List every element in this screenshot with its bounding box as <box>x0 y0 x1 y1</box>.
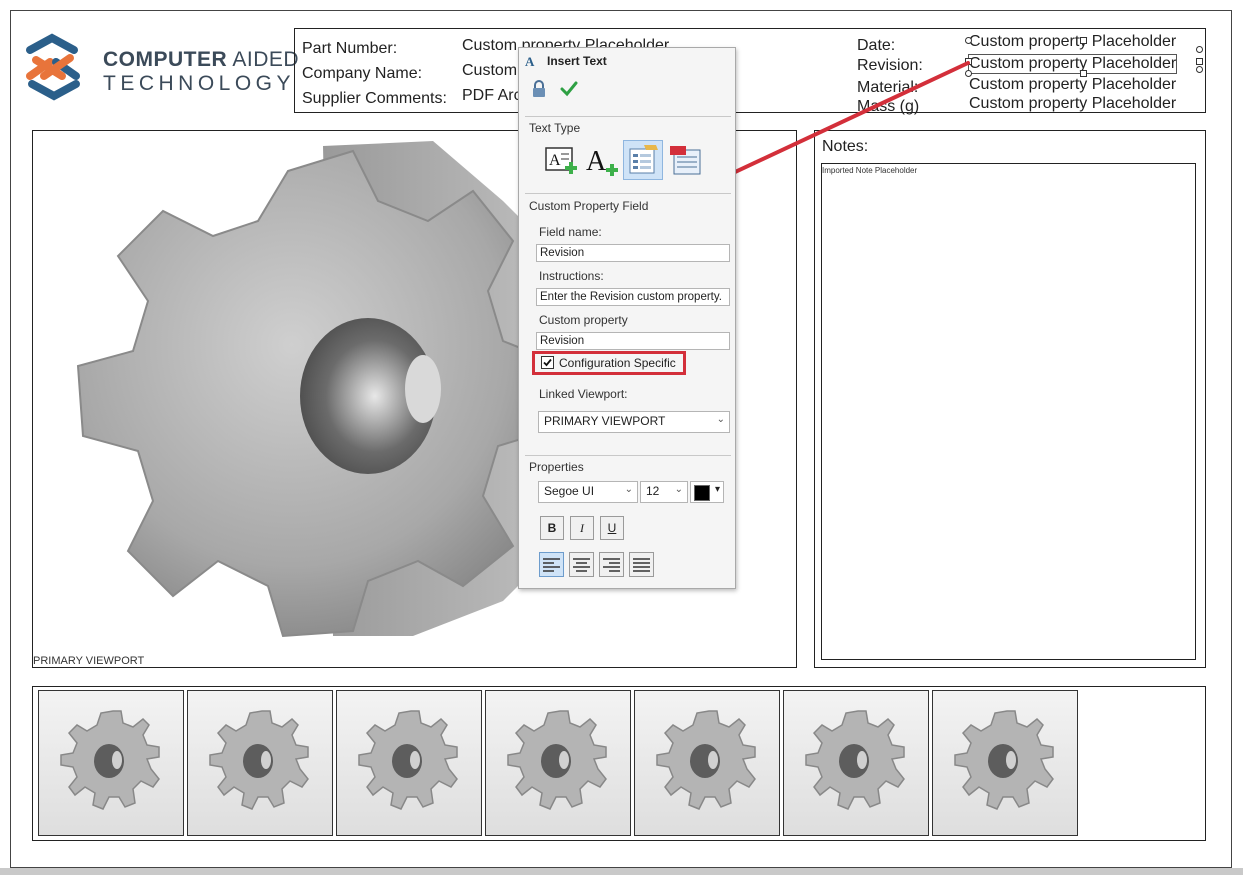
text-type-custom-property-button[interactable] <box>623 140 663 180</box>
align-right-icon <box>603 558 620 572</box>
svg-text:A: A <box>586 146 607 177</box>
linked-viewport-select[interactable]: PRIMARY VIEWPORT ⌄ <box>538 411 730 433</box>
font-size-value: 12 <box>646 484 660 498</box>
chevron-down-icon: ⌄ <box>624 484 633 495</box>
custom-property-section-label: Custom Property Field <box>529 199 649 213</box>
separator <box>525 116 731 117</box>
lock-icon[interactable] <box>531 80 547 98</box>
font-select[interactable]: Segoe UI ⌄ <box>538 481 638 503</box>
text-type-note-button[interactable]: A <box>541 140 581 180</box>
italic-button[interactable]: I <box>570 516 594 540</box>
ok-check-icon[interactable] <box>560 81 578 97</box>
color-picker[interactable]: ▾ <box>690 481 724 503</box>
align-justify-button[interactable] <box>629 552 654 577</box>
linked-viewport-label: Linked Viewport: <box>539 387 628 401</box>
config-specific-label[interactable]: Configuration Specific <box>559 356 676 370</box>
align-center-icon <box>573 558 590 572</box>
config-specific-checkbox[interactable] <box>541 356 554 369</box>
linked-viewport-value: PRIMARY VIEWPORT <box>544 414 666 428</box>
color-swatch <box>694 485 710 501</box>
font-size-select[interactable]: 12 ⌄ <box>640 481 688 503</box>
instructions-input[interactable] <box>536 288 730 306</box>
field-name-input[interactable] <box>536 244 730 262</box>
font-value: Segoe UI <box>544 484 595 498</box>
text-type-table-button[interactable] <box>664 140 704 180</box>
dialog-title: Insert Text <box>547 54 607 68</box>
chevron-down-icon: ▾ <box>714 484 720 495</box>
table-text-icon <box>670 146 701 175</box>
bold-button[interactable]: B <box>540 516 564 540</box>
chevron-down-icon: ⌄ <box>674 484 683 495</box>
custom-property-icon <box>629 145 658 174</box>
text-type-plain-button[interactable]: A <box>582 140 622 180</box>
align-left-button[interactable] <box>539 552 564 577</box>
separator <box>525 193 731 194</box>
separator <box>525 455 731 456</box>
custom-property-input[interactable] <box>536 332 730 350</box>
checkmark-icon <box>543 358 552 367</box>
field-name-label: Field name: <box>539 225 602 239</box>
svg-text:A: A <box>549 152 561 169</box>
custom-property-label: Custom property <box>539 313 628 327</box>
text-type-label: Text Type <box>529 121 581 135</box>
text-tool-icon: A <box>525 54 535 69</box>
text-add-icon: A <box>586 146 618 177</box>
instructions-label: Instructions: <box>539 269 604 283</box>
align-left-icon <box>543 558 560 572</box>
note-add-icon: A <box>545 147 577 174</box>
align-justify-icon <box>633 558 650 572</box>
align-right-button[interactable] <box>599 552 624 577</box>
properties-label: Properties <box>529 460 584 474</box>
underline-button[interactable]: U <box>600 516 624 540</box>
align-center-button[interactable] <box>569 552 594 577</box>
chevron-down-icon: ⌄ <box>716 414 725 425</box>
